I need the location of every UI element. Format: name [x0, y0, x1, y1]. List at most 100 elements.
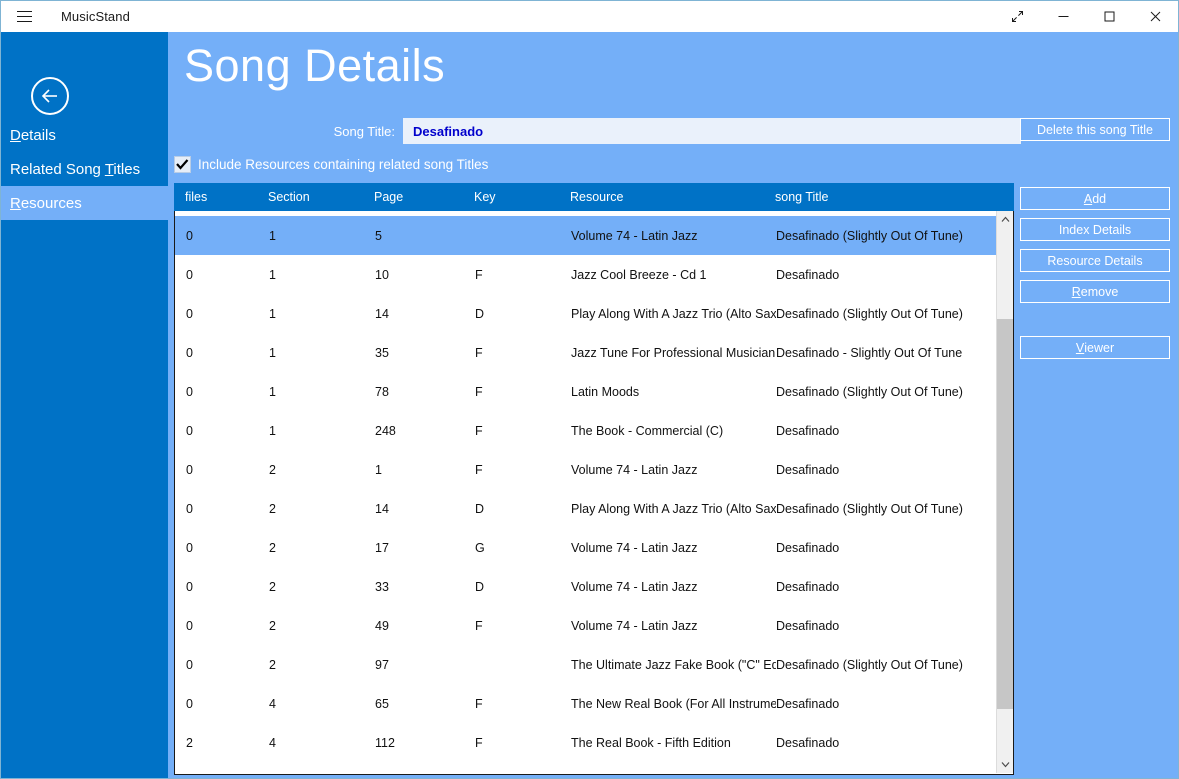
app-title: MusicStand [61, 9, 130, 24]
cell-page: 65 [375, 696, 389, 711]
sidebar-item-details[interactable]: Details [1, 118, 168, 152]
column-header-key[interactable]: Key [474, 190, 570, 204]
cell-files: 0 [186, 696, 193, 711]
table-row[interactable]: 2 4 112 F The Real Book - Fifth Edition Desaf… [175, 723, 1013, 762]
remove-button-label: emove [1080, 284, 1119, 299]
sidebar-item-resources[interactable]: Resources [1, 186, 168, 220]
table-row[interactable]: 0 1 10 F Jazz Cool Breeze - Cd 1 Desafinado [175, 255, 1013, 294]
close-icon[interactable] [1132, 1, 1178, 32]
cell-files: 0 [186, 540, 193, 555]
column-header-files[interactable]: files [174, 190, 268, 204]
cell-resource: The Real Book - Fifth Edition [571, 735, 731, 750]
cell-page: 49 [375, 618, 389, 633]
cell-files: 0 [186, 657, 193, 672]
include-resources-label: Include Resources containing related son… [198, 157, 489, 172]
cell-song-title: Desafinado [776, 618, 840, 633]
cell-resource: Volume 74 - Latin Jazz [571, 540, 698, 555]
cell-section: 1 [269, 345, 276, 360]
cell-song-title: Desafinado [776, 423, 840, 438]
resources-table: files Section Page Key Resource song Tit… [174, 183, 1014, 775]
scroll-up-icon[interactable] [997, 211, 1013, 228]
hamburger-icon[interactable] [1, 1, 47, 32]
cell-files: 0 [186, 423, 193, 438]
cell-files: 0 [186, 384, 193, 399]
window-controls [994, 1, 1178, 32]
cell-section: 1 [269, 384, 276, 399]
table-row[interactable]: 0 1 14 D Play Along With A Jazz Trio (Alto S… [175, 294, 1013, 333]
table-row[interactable]: 0 1 248 F The Book - Commercial (C) Desafinad… [175, 411, 1013, 450]
cell-resource: Play Along With A Jazz Trio (Alto Sax... [571, 306, 776, 321]
cell-section: 4 [269, 735, 276, 750]
back-arrow-icon[interactable] [31, 77, 69, 115]
column-header-song-title[interactable]: song Title [775, 190, 1005, 204]
table-row[interactable]: 0 4 65 F The New Real Book (For All Instrume… [175, 684, 1013, 723]
cell-files: 0 [186, 501, 193, 516]
cell-page: 14 [375, 306, 389, 321]
delete-song-title-button[interactable]: Delete this song Title [1020, 118, 1170, 141]
checkbox-box[interactable] [174, 156, 191, 173]
cell-resource: Volume 74 - Latin Jazz [571, 462, 698, 477]
cell-song-title: Desafinado [776, 267, 840, 282]
table-row[interactable]: 0 1 78 F Latin Moods Desafinado (Slightly Out… [175, 372, 1013, 411]
cell-section: 2 [269, 501, 276, 516]
title-bar: MusicStand [1, 1, 1178, 32]
maximize-icon[interactable] [1086, 1, 1132, 32]
cell-page: 1 [375, 462, 382, 477]
sidebar: Details Related Song Titles Resources [1, 32, 168, 778]
include-resources-checkbox[interactable]: Include Resources containing related son… [174, 156, 488, 173]
cell-page: 14 [375, 501, 389, 516]
cell-section: 1 [269, 306, 276, 321]
song-title-input[interactable] [403, 118, 1021, 144]
table-row[interactable]: 0 2 14 D Play Along With A Jazz Trio (Alto S… [175, 489, 1013, 528]
remove-button[interactable]: Remove [1020, 280, 1170, 303]
cell-files: 0 [186, 579, 193, 594]
sidebar-item-related-song-titles[interactable]: Related Song Titles [1, 152, 168, 186]
cell-song-title: Desafinado (Slightly Out Of Tune) [776, 228, 963, 243]
cell-song-title: Desafinado [776, 540, 840, 555]
table-row[interactable]: 0 2 1 F Volume 74 - Latin Jazz Desafinado [175, 450, 1013, 489]
cell-resource: Volume 74 - Latin Jazz [571, 228, 698, 243]
minimize-icon[interactable] [1040, 1, 1086, 32]
table-row[interactable]: 0 2 33 D Volume 74 - Latin Jazz Desafinado [175, 567, 1013, 606]
cell-key: F [475, 696, 483, 711]
index-details-button[interactable]: Index Details [1020, 218, 1170, 241]
cell-key: F [475, 618, 483, 633]
cell-page: 78 [375, 384, 389, 399]
viewer-button-label: iewer [1084, 340, 1115, 355]
restore-icon[interactable] [994, 1, 1040, 32]
cell-key: F [475, 267, 483, 282]
cell-section: 4 [269, 696, 276, 711]
song-title-label: Song Title: [333, 123, 395, 139]
cell-key: F [475, 384, 483, 399]
column-header-resource[interactable]: Resource [570, 190, 775, 204]
cell-song-title: Desafinado (Slightly Out Of Tune) [776, 384, 963, 399]
column-header-page[interactable]: Page [374, 190, 474, 204]
cell-files: 0 [186, 267, 193, 282]
table-row[interactable]: 0 2 49 F Volume 74 - Latin Jazz Desafinado [175, 606, 1013, 645]
sidebar-item-resources-label: esources [20, 194, 82, 212]
table-row[interactable]: 0 2 97 The Ultimate Jazz Fake Book ("C" Edi… [175, 645, 1013, 684]
table-scrollbar[interactable] [996, 211, 1013, 773]
cell-page: 35 [375, 345, 389, 360]
cell-files: 2 [186, 735, 193, 750]
app-window: MusicStand Details Related Song Titles R… [0, 0, 1179, 779]
resource-details-button[interactable]: Resource Details [1020, 249, 1170, 272]
cell-key: D [475, 306, 485, 321]
table-row[interactable]: 0 1 35 F Jazz Tune For Professional Musician… [175, 333, 1013, 372]
cell-resource: Jazz Cool Breeze - Cd 1 [571, 267, 707, 282]
scroll-down-icon[interactable] [997, 756, 1013, 773]
column-header-section[interactable]: Section [268, 190, 374, 204]
cell-resource: Play Along With A Jazz Trio (Alto Sax) [571, 501, 776, 516]
add-button[interactable]: Add [1020, 187, 1170, 210]
table-row[interactable]: 0 2 17 G Volume 74 - Latin Jazz Desafinado [175, 528, 1013, 567]
table-rows: 0 1 5 Volume 74 - Latin Jazz Desafinado (Sli… [175, 216, 1013, 762]
cell-key: F [475, 735, 483, 750]
cell-key: D [475, 579, 485, 594]
cell-files: 0 [186, 462, 193, 477]
viewer-button[interactable]: Viewer [1020, 336, 1170, 359]
table-row[interactable]: 0 1 5 Volume 74 - Latin Jazz Desafinado (Sli… [175, 216, 1013, 255]
sidebar-item-related-label: Related Song Titles [10, 160, 141, 178]
check-icon [176, 159, 189, 170]
main-content: Song Details Song Title: Include Resourc… [168, 32, 1178, 778]
scrollbar-thumb[interactable] [997, 319, 1013, 709]
